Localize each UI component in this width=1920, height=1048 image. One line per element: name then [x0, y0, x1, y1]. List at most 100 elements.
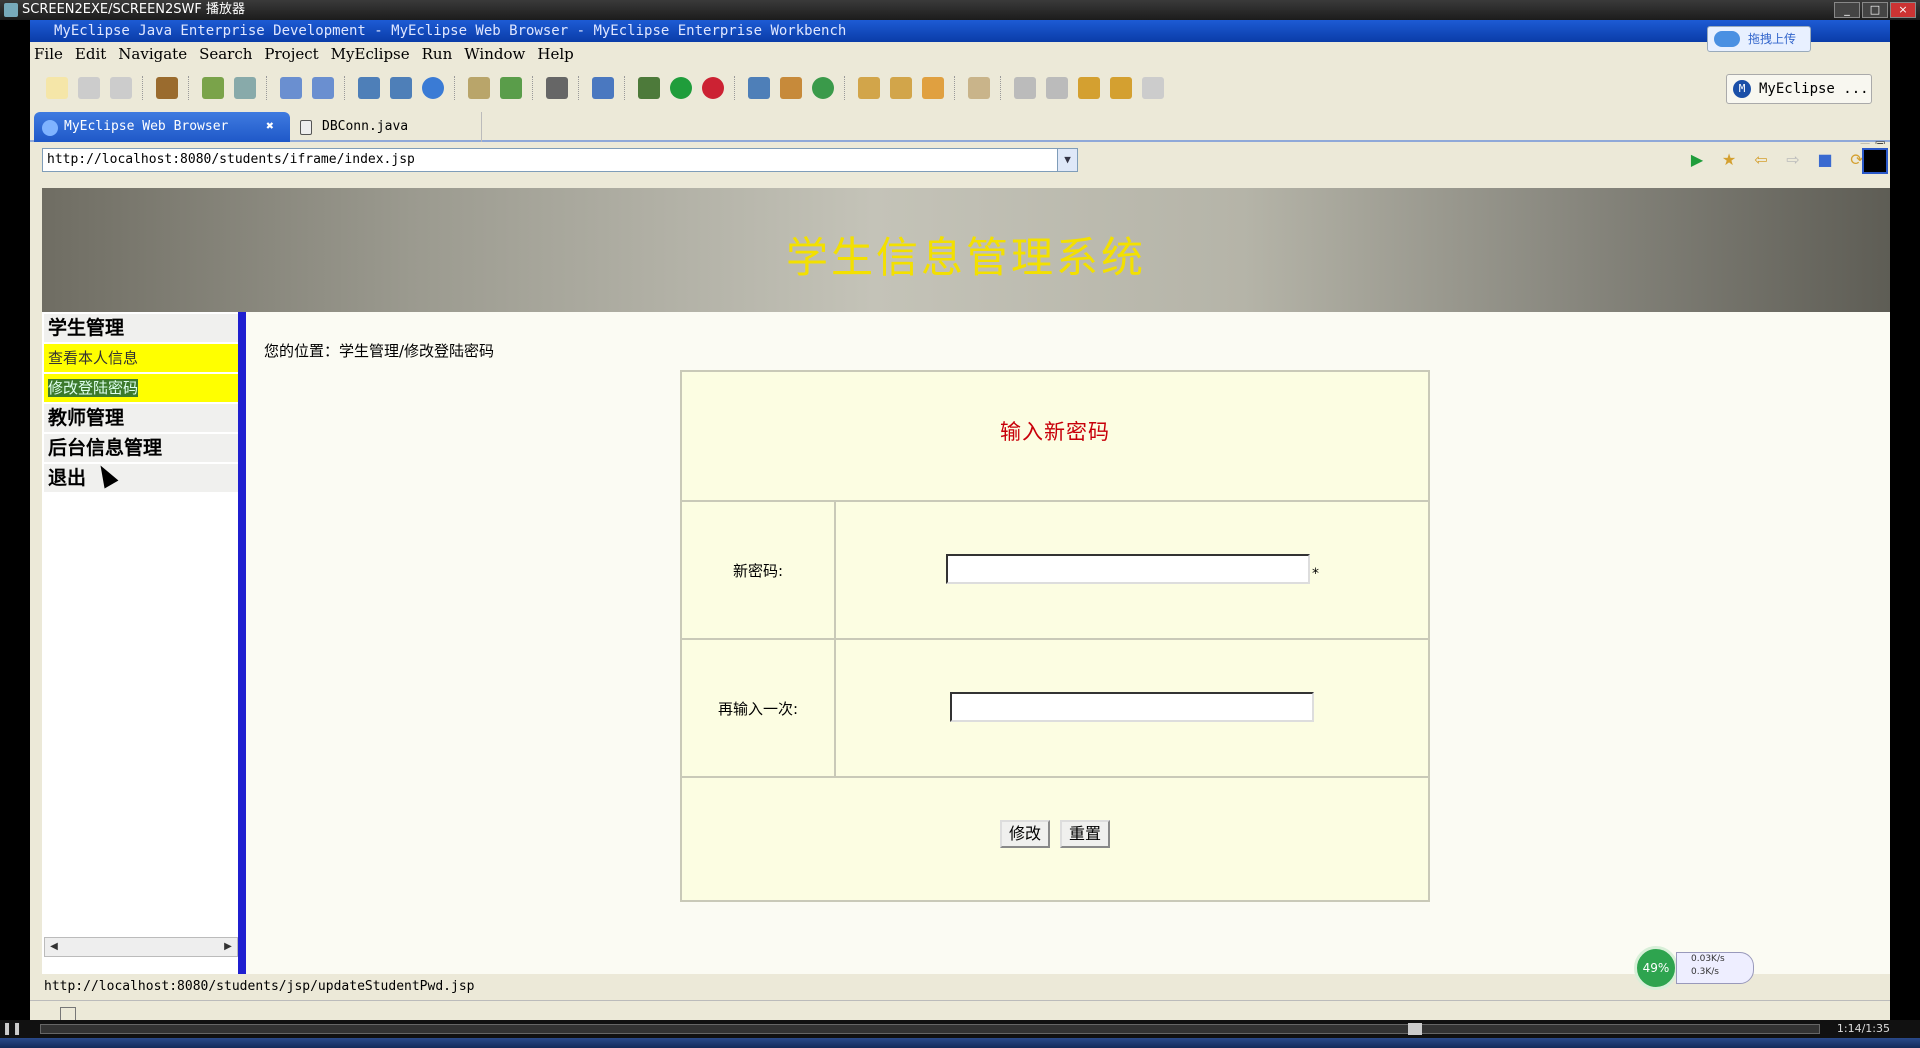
back-arrow-icon[interactable] — [1110, 77, 1132, 99]
new-package-icon[interactable] — [780, 77, 802, 99]
new-password-input[interactable] — [946, 554, 1310, 584]
debug-run-icon[interactable] — [638, 77, 660, 99]
search-icon[interactable] — [312, 77, 334, 99]
add-icon[interactable] — [500, 77, 522, 99]
menu-help[interactable]: Help — [537, 45, 573, 63]
toolbar-separator — [734, 76, 736, 100]
menu-window[interactable]: Window — [464, 45, 525, 63]
tab-label: DBConn.java — [322, 119, 409, 134]
password-form: 输入新密码 新密码: * 再输入一次: 修改 重置 — [680, 370, 1430, 902]
toolbar-separator — [844, 76, 846, 100]
go-icon[interactable]: ▶ — [1686, 150, 1708, 170]
taskbar — [0, 1038, 1920, 1048]
editor-tabs: MyEclipse Web Browser ✖ DBConn.java — [30, 110, 1890, 142]
favorites-icon[interactable]: ★ — [1718, 150, 1740, 170]
menu-edit[interactable]: Edit — [75, 45, 106, 63]
tab-label: MyEclipse Web Browser — [64, 119, 229, 134]
form-row-new-password: 新密码: * — [682, 502, 1428, 640]
playback-time: 1:14/1:35 — [1836, 1022, 1890, 1035]
globe-icon[interactable] — [422, 77, 444, 99]
new-icon[interactable] — [46, 77, 68, 99]
new-class-icon[interactable] — [748, 77, 770, 99]
seek-bar[interactable] — [40, 1024, 1820, 1034]
net-rates: 0.03K/s 0.3K/s — [1676, 952, 1754, 984]
server-icon[interactable] — [234, 77, 256, 99]
sidebar-item-view-info[interactable]: 查看本人信息 — [44, 344, 238, 372]
confirm-password-label: 再输入一次: — [682, 640, 836, 776]
edit-icon[interactable] — [890, 77, 912, 99]
run-icon[interactable] — [670, 77, 692, 99]
player-app-icon — [4, 3, 18, 17]
menu-navigate[interactable]: Navigate — [118, 45, 187, 63]
last-edit-icon[interactable] — [1078, 77, 1100, 99]
close-button[interactable]: × — [1890, 2, 1916, 18]
breadcrumb: 您的位置：学生管理/修改登陆密码 — [264, 342, 495, 360]
pause-icon[interactable]: ❚❚ — [2, 1021, 22, 1035]
confirm-password-input[interactable] — [950, 692, 1314, 722]
url-text: http://localhost:8080/students/iframe/in… — [47, 152, 415, 167]
package-icon[interactable] — [156, 77, 178, 99]
sidebar-item-change-password[interactable]: 修改登陆密码 — [44, 374, 238, 402]
scroll-right-icon[interactable]: ▶ — [219, 938, 237, 956]
network-monitor[interactable]: 49% 0.03K/s 0.3K/s — [1634, 946, 1756, 990]
wizard-icon[interactable] — [280, 77, 302, 99]
sidebar-section-admin[interactable]: 后台信息管理 — [44, 434, 238, 462]
forward-arrow-icon[interactable] — [1142, 77, 1164, 99]
menu-file[interactable]: File — [34, 45, 63, 63]
seek-handle[interactable] — [1408, 1023, 1422, 1035]
menu-run[interactable]: Run — [422, 45, 453, 63]
sidebar: 学生管理 查看本人信息 修改登陆密码 教师管理 后台信息管理 退出 ◀ ▶ — [42, 312, 242, 974]
window-controls: _ □ × — [1834, 0, 1916, 20]
status-bar: http://localhost:8080/students/jsp/updat… — [30, 976, 1890, 998]
upload-rate: 0.03K/s — [1691, 954, 1725, 964]
tab-web-browser[interactable]: MyEclipse Web Browser ✖ — [34, 112, 290, 142]
toolbar-separator — [344, 76, 346, 100]
submit-button[interactable]: 修改 — [1000, 820, 1050, 848]
url-input[interactable]: http://localhost:8080/students/iframe/in… — [42, 148, 1078, 172]
address-row: http://localhost:8080/students/iframe/in… — [30, 144, 1890, 176]
debug-icon[interactable] — [202, 77, 224, 99]
sidebar-section-teacher[interactable]: 教师管理 — [44, 404, 238, 432]
sidebar-scrollbar[interactable]: ◀ ▶ — [44, 937, 238, 957]
banner: 学生信息管理系统 — [42, 188, 1890, 312]
prev-annotation-icon[interactable] — [1046, 77, 1068, 99]
perspective-switcher[interactable]: M MyEclipse ... — [1726, 74, 1872, 104]
browser-icon — [42, 120, 58, 136]
perspective-label: MyEclipse ... — [1759, 81, 1869, 97]
menu-myeclipse[interactable]: MyEclipse — [331, 45, 410, 63]
run-server-icon[interactable] — [390, 77, 412, 99]
print-icon[interactable] — [110, 77, 132, 99]
form-title: 输入新密码 — [1000, 420, 1110, 444]
folder-icon[interactable] — [922, 77, 944, 99]
stop-icon[interactable]: ■ — [1814, 150, 1836, 170]
tools-icon[interactable] — [592, 77, 614, 99]
open-type-icon[interactable] — [858, 77, 880, 99]
scroll-left-icon[interactable]: ◀ — [45, 938, 63, 956]
cpu-usage-badge: 49% — [1634, 946, 1678, 990]
player-title: SCREEN2EXE/SCREEN2SWF 播放器 — [22, 2, 245, 17]
deploy-icon[interactable] — [358, 77, 380, 99]
browser-extra-button[interactable] — [1862, 148, 1888, 174]
menu-search[interactable]: Search — [199, 45, 252, 63]
close-tab-icon[interactable]: ✖ — [266, 112, 274, 142]
save-icon[interactable] — [78, 77, 100, 99]
minimize-button[interactable]: _ — [1834, 2, 1860, 18]
camera-icon[interactable] — [546, 77, 568, 99]
reset-button[interactable]: 重置 — [1060, 820, 1110, 848]
sidebar-section-student[interactable]: 学生管理 — [44, 314, 238, 342]
back-icon[interactable]: ⇦ — [1750, 150, 1772, 170]
maximize-button[interactable]: □ — [1862, 2, 1888, 18]
chevron-down-icon[interactable]: ▼ — [1057, 149, 1077, 171]
task-icon[interactable] — [968, 77, 990, 99]
tab-dbconn[interactable]: DBConn.java — [292, 112, 482, 142]
external-tools-icon[interactable] — [702, 77, 724, 99]
menu-project[interactable]: Project — [264, 45, 318, 63]
sidebar-section-logout[interactable]: 退出 — [44, 464, 238, 492]
toolbar-separator — [532, 76, 534, 100]
eclipse-window: MyEclipse Java Enterprise Development - … — [30, 20, 1890, 1030]
refresh-icon[interactable] — [812, 77, 834, 99]
next-annotation-icon[interactable] — [1014, 77, 1036, 99]
open-icon[interactable] — [468, 77, 490, 99]
sidebar-item-label: 修改登陆密码 — [48, 379, 139, 397]
forward-icon[interactable]: ⇨ — [1782, 150, 1804, 170]
